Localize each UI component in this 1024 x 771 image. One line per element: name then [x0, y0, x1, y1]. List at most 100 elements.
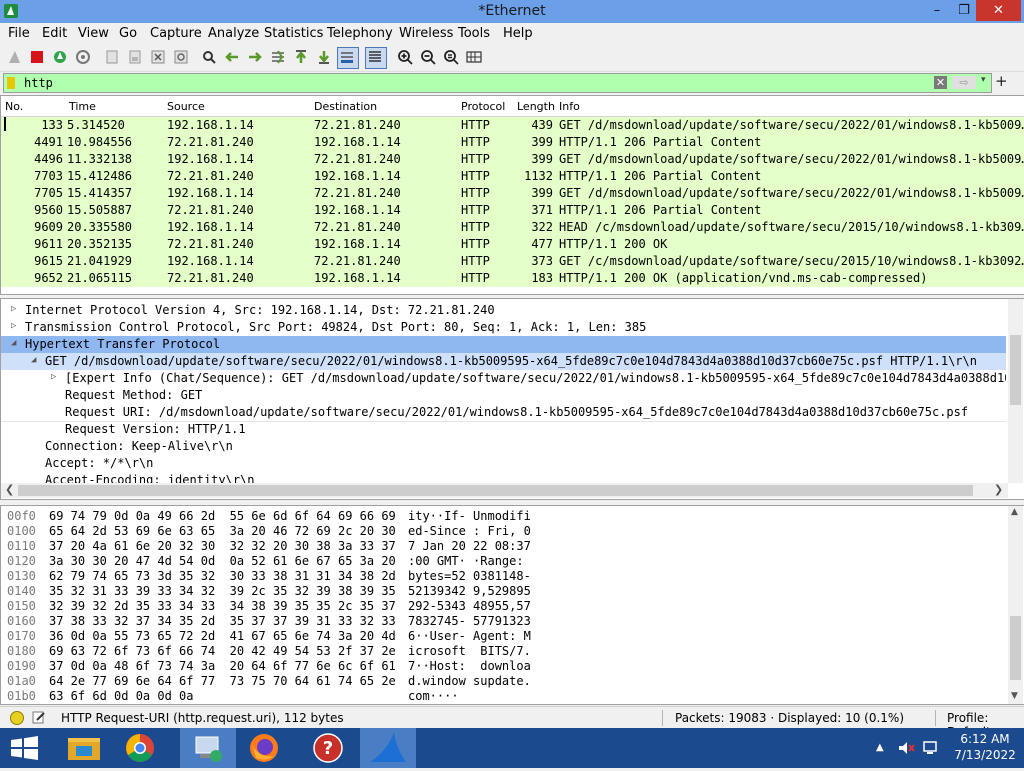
expand-arrow-icon[interactable]: ▷ [11, 321, 16, 331]
zoom-out-icon[interactable] [419, 48, 437, 66]
hex-bytes[interactable]: 36 0d 0a 55 73 65 72 2d 41 67 65 6e 74 3… [49, 629, 396, 643]
ascii-bytes[interactable]: 7··Host: downloa [408, 659, 531, 673]
open-file-icon[interactable] [103, 48, 121, 66]
reload-file-icon[interactable] [172, 48, 190, 66]
details-tree-item[interactable]: ▷ Transmission Control Protocol, Src Port… [1, 319, 1006, 336]
scroll-down-icon[interactable]: ▼ [1011, 691, 1018, 701]
ascii-bytes[interactable]: d.window supdate. [408, 674, 531, 688]
menu-go[interactable]: Go [119, 26, 137, 41]
windows-start-icon[interactable] [0, 728, 56, 768]
hex-offset[interactable]: 0110 [7, 539, 36, 553]
file-explorer-icon[interactable] [56, 728, 112, 768]
menu-statistics[interactable]: Statistics [264, 26, 323, 41]
ascii-bytes[interactable]: 52139342 9,529895 [408, 584, 531, 598]
hex-offset[interactable]: 0120 [7, 554, 36, 568]
display-filter-input[interactable] [24, 74, 904, 92]
hex-bytes[interactable]: 65 64 2d 53 69 6e 63 65 3a 20 46 72 69 2… [49, 524, 396, 538]
minimize-button[interactable]: – [920, 0, 954, 21]
save-file-icon[interactable] [126, 48, 144, 66]
colorize-icon[interactable] [365, 47, 387, 69]
firefox-icon[interactable] [236, 728, 292, 768]
hex-offset[interactable]: 0130 [7, 569, 36, 583]
details-tree-item[interactable]: Connection: Keep-Alive\r\n [1, 438, 1006, 455]
scroll-left-icon[interactable]: ❮ [5, 483, 14, 496]
go-last-icon[interactable] [315, 48, 333, 66]
hex-bytes[interactable]: 37 38 33 32 37 34 35 2d 35 37 37 39 31 3… [49, 614, 396, 628]
wireshark-icon[interactable] [360, 728, 416, 768]
ascii-bytes[interactable]: icrosoft BITS/7. [408, 644, 531, 658]
details-tree-item[interactable]: ▷ Internet Protocol Version 4, Src: 192.1… [1, 302, 1006, 319]
hex-bytes[interactable]: 32 39 32 2d 35 33 34 33 34 38 39 35 35 2… [49, 599, 396, 613]
details-tree-item[interactable]: ◢ GET /d/msdownload/update/software/secu/… [1, 353, 1006, 370]
menu-analyze[interactable]: Analyze [208, 26, 259, 41]
details-tree-item[interactable]: ▷ [Expert Info (Chat/Sequence): GET /d/ms… [1, 370, 1006, 387]
column-header-length[interactable]: Length [517, 100, 555, 113]
ascii-bytes[interactable]: :00 GMT· ·Range: [408, 554, 531, 568]
collapse-arrow-icon[interactable]: ◢ [31, 355, 36, 365]
shark-fin-start-icon[interactable] [6, 48, 24, 66]
scroll-right-icon[interactable]: ❯ [994, 483, 1003, 496]
column-header-time[interactable]: Time [69, 100, 96, 113]
hex-offset[interactable]: 0180 [7, 644, 36, 658]
packet-row[interactable]: 7705 15.414357 192.168.1.14 72.21.81.240 HTT… [1, 185, 1024, 202]
system-clock[interactable]: 6:12 AM 7/13/2022 [950, 731, 1020, 763]
edit-comment-icon[interactable] [32, 710, 46, 724]
hex-bytes[interactable]: 62 79 74 65 73 3d 35 32 30 33 38 31 31 3… [49, 569, 396, 583]
close-file-icon[interactable] [149, 48, 167, 66]
autoscroll-icon[interactable] [337, 47, 359, 69]
column-header-destination[interactable]: Destination [314, 100, 377, 113]
column-header-source[interactable]: Source [167, 100, 205, 113]
bytes-vertical-scroll-thumb[interactable] [1010, 616, 1021, 680]
ascii-bytes[interactable]: bytes=52 0381148- [408, 569, 531, 583]
menu-tools[interactable]: Tools [458, 26, 490, 41]
filter-history-dropdown-icon[interactable]: ▾ [981, 75, 993, 85]
find-packet-icon[interactable] [200, 48, 218, 66]
ascii-bytes[interactable]: ed-Since : Fri, 0 [408, 524, 531, 538]
packet-row[interactable]: 9615 21.041929 192.168.1.14 72.21.81.240 HTT… [1, 253, 1024, 270]
volume-muted-icon[interactable] [897, 740, 915, 756]
close-button[interactable]: ✕ [976, 0, 1021, 21]
restart-capture-icon[interactable] [51, 48, 69, 66]
hex-offset[interactable]: 0170 [7, 629, 36, 643]
packet-row[interactable]: 9652 21.065115 72.21.81.240 192.168.1.14 HTT… [1, 270, 1024, 287]
go-back-icon[interactable] [223, 48, 241, 66]
ascii-bytes[interactable]: com···· [408, 689, 459, 703]
packet-row[interactable]: 9560 15.505887 72.21.81.240 192.168.1.14 HTT… [1, 202, 1024, 219]
packet-row[interactable]: 7703 15.412486 72.21.81.240 192.168.1.14 HTT… [1, 168, 1024, 185]
details-tree-item[interactable]: Request Method: GET [1, 387, 1006, 404]
details-vertical-scrollbar[interactable] [1008, 299, 1023, 483]
hex-offset[interactable]: 0100 [7, 524, 36, 538]
packet-row[interactable]: 4496 11.332138 192.168.1.14 72.21.81.240 HTT… [1, 151, 1024, 168]
column-header-no[interactable]: No. [5, 100, 23, 113]
ascii-bytes[interactable]: 7832745- 57791323 [408, 614, 531, 628]
details-tree-item[interactable]: Request Version: HTTP/1.1 [1, 421, 1006, 438]
hex-bytes[interactable]: 3a 30 30 20 47 4d 54 0d 0a 52 61 6e 67 6… [49, 554, 396, 568]
hex-offset[interactable]: 0160 [7, 614, 36, 628]
packet-row[interactable]: 133 5.314520 192.168.1.14 72.21.81.240 HTTP 4… [1, 117, 1024, 134]
packet-row[interactable]: 9609 20.335580 192.168.1.14 72.21.81.240 HTT… [1, 219, 1024, 236]
expand-arrow-icon[interactable]: ▷ [11, 304, 16, 314]
hex-offset[interactable]: 0140 [7, 584, 36, 598]
go-to-packet-icon[interactable] [269, 48, 287, 66]
hex-bytes[interactable]: 64 2e 77 69 6e 64 6f 77 73 75 70 64 61 7… [49, 674, 396, 688]
hex-offset[interactable]: 01b0 [7, 689, 36, 703]
expert-info-led-icon[interactable] [10, 711, 24, 725]
menu-file[interactable]: File [8, 26, 30, 41]
hex-bytes[interactable]: 69 63 72 6f 73 6f 66 74 20 42 49 54 53 2… [49, 644, 396, 658]
menu-capture[interactable]: Capture [150, 26, 202, 41]
ascii-bytes[interactable]: 6··User- Agent: M [408, 629, 531, 643]
hex-bytes[interactable]: 63 6f 6d 0d 0a 0d 0a [49, 689, 194, 703]
ascii-bytes[interactable]: 292-5343 48955,57 [408, 599, 531, 613]
hex-offset[interactable]: 0190 [7, 659, 36, 673]
menu-view[interactable]: View [78, 26, 109, 41]
hex-bytes[interactable]: 69 74 79 0d 0a 49 66 2d 55 6e 6d 6f 64 6… [49, 509, 396, 523]
menu-telephony[interactable]: Telephony [327, 26, 393, 41]
column-header-protocol[interactable]: Protocol [461, 100, 505, 113]
expand-arrow-icon[interactable]: ▷ [51, 372, 56, 382]
column-header-info[interactable]: Info [559, 100, 580, 113]
hex-offset[interactable]: 00f0 [7, 509, 36, 523]
details-horizontal-scroll-thumb[interactable] [18, 485, 973, 496]
help-icon[interactable]: ? [300, 728, 356, 768]
menu-help[interactable]: Help [503, 26, 533, 41]
menu-edit[interactable]: Edit [42, 26, 67, 41]
